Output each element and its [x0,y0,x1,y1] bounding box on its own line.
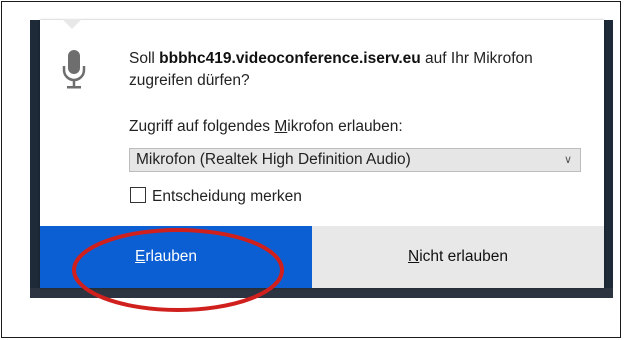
microphone-select-value: Mikrofon (Realtek High Definition Audio) [136,151,411,168]
page-background-bottom [30,288,613,298]
microphone-icon [62,50,86,89]
checkbox-box[interactable] [130,187,146,203]
allow-button[interactable]: Erlauben [40,226,312,288]
page-background-left [30,20,40,298]
allow-button-label: Erlauben [135,248,198,265]
message-prefix: Soll [129,50,160,67]
access-label-text: Zugriff auf folgendes [129,118,275,135]
chevron-down-icon: ∨ [563,154,572,166]
site-host: bbbhc419.videoconference.iserv.eu [159,50,421,67]
dialog-arrow [62,19,82,29]
access-label-text-end: ikrofon erlauben: [287,118,403,135]
remember-decision-label: Entscheidung merken [152,188,302,205]
permission-dialog: Soll bbbhc419.videoconference.iserv.eu a… [40,19,604,288]
deny-button[interactable]: Nicht erlauben [312,226,604,288]
microphone-select[interactable]: Mikrofon (Realtek High Definition Audio)… [129,148,581,172]
access-label-mnemonic: M [274,118,288,135]
page-background-right [604,20,613,298]
permission-message: Soll bbbhc419.videoconference.iserv.eu a… [129,48,569,92]
microphone-select-label: Zugriff auf folgendes Mikrofon erlauben: [129,118,403,136]
remember-decision-checkbox[interactable]: Entscheidung merken [130,186,302,208]
deny-button-label: Nicht erlauben [408,248,508,265]
